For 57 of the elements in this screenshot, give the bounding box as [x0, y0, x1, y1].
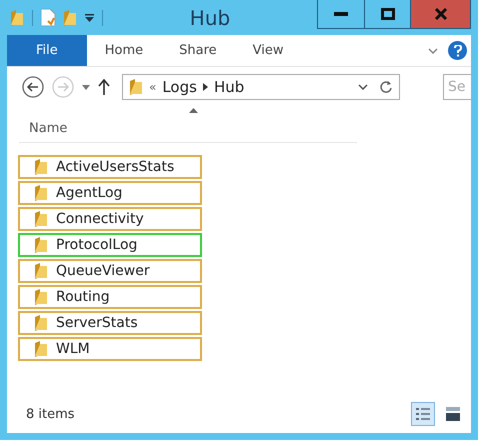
breadcrumb[interactable]: Hub — [214, 78, 244, 96]
dropdown-icon[interactable] — [82, 84, 90, 90]
maximize-icon — [380, 8, 394, 20]
separator-arrow-icon[interactable] — [202, 83, 208, 91]
folder-icon — [34, 315, 48, 331]
folder-icon — [129, 79, 143, 95]
folder-row[interactable]: WLM — [18, 337, 202, 361]
ribbon-tab[interactable]: Home — [86, 35, 162, 66]
folder-icon — [34, 159, 48, 175]
chevron-icon[interactable] — [428, 48, 438, 54]
folder-name: ServerStats — [56, 315, 138, 331]
folder-icon — [34, 263, 48, 279]
search-field[interactable]: Se — [443, 74, 471, 100]
view-button[interactable] — [411, 402, 435, 426]
new-folder-icon — [63, 10, 77, 26]
folder-icon — [34, 185, 48, 201]
up-arrow-icon[interactable] — [98, 79, 110, 95]
ribbon-tab[interactable]: Share — [161, 35, 235, 66]
folder-icon — [34, 289, 48, 305]
folder-row[interactable]: Routing — [18, 285, 202, 309]
folder-row[interactable]: QueueViewer — [18, 259, 202, 283]
close-icon — [434, 8, 448, 20]
minimize-icon — [334, 12, 348, 16]
chevron-icon[interactable] — [358, 84, 368, 90]
folder-name: QueueViewer — [56, 263, 150, 279]
folder-name: ActiveUsersStats — [56, 159, 174, 175]
folder-name: ProtocolLog — [56, 237, 138, 253]
address-bar[interactable]: « Logs Hub — [122, 74, 400, 100]
folder-row[interactable]: AgentLog — [18, 181, 202, 205]
dropdown-icon[interactable] — [85, 14, 94, 22]
overflow-chevron[interactable]: « — [149, 80, 156, 94]
sort-arrow-icon — [189, 108, 198, 113]
folder-icon — [34, 237, 48, 253]
folder-name: Routing — [56, 289, 110, 305]
file-tab[interactable]: File — [7, 35, 87, 66]
folder-name: Connectivity — [56, 211, 144, 227]
breadcrumb[interactable]: Logs — [162, 78, 197, 96]
close-button[interactable] — [410, 0, 470, 28]
large-icons-view-icon — [446, 407, 460, 421]
ribbon-tab[interactable]: View — [234, 35, 302, 66]
folder-name: WLM — [56, 341, 90, 357]
folder-row[interactable]: ActiveUsersStats — [18, 155, 202, 179]
window-title: Hub — [188, 6, 232, 30]
column-header[interactable]: Name — [19, 121, 68, 136]
folder-name: AgentLog — [56, 185, 122, 201]
item-count: 8 items — [26, 406, 75, 422]
document-icon[interactable] — [41, 9, 55, 26]
folder-icon — [34, 211, 48, 227]
folder-row[interactable]: ServerStats — [18, 311, 202, 335]
details-view-icon — [416, 407, 430, 421]
help-icon[interactable] — [448, 41, 467, 60]
folder-row[interactable]: ProtocolLog — [18, 233, 202, 257]
refresh-icon[interactable] — [380, 80, 393, 94]
folder-row[interactable]: Connectivity — [18, 207, 202, 231]
folder-icon — [10, 10, 24, 26]
folder-icon — [34, 341, 48, 357]
back-icon[interactable] — [22, 76, 44, 98]
